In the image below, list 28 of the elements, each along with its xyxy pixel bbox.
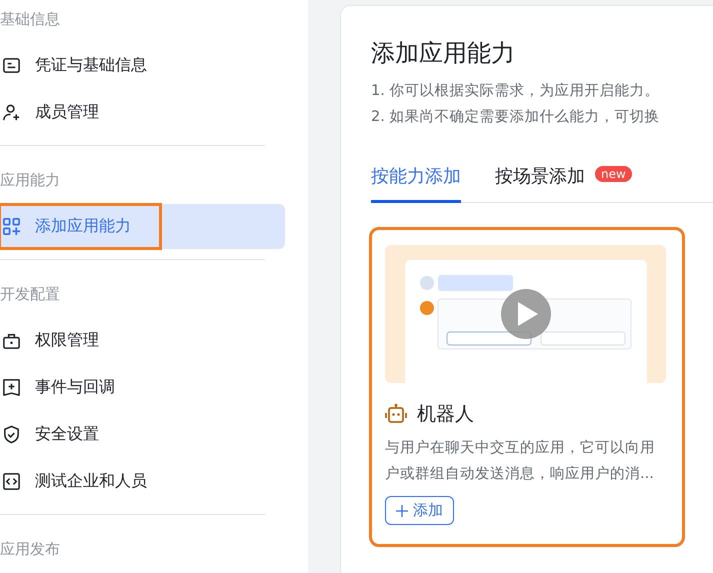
section-title: 应用发布	[0, 539, 61, 560]
card-title: 机器人	[417, 402, 474, 427]
instruction-text: 2. 如果尚不确定需要添加什么能力，可切换	[371, 108, 660, 127]
add-button[interactable]: 添加	[385, 496, 454, 525]
sidebar-item[interactable]: 测试企业和人员	[0, 459, 285, 504]
section-title: 开发配置	[0, 284, 61, 305]
tab[interactable]: 按场景添加	[495, 156, 585, 203]
section-title: 应用能力	[0, 170, 61, 191]
sidebar-item[interactable]: 凭证与基础信息	[0, 43, 285, 88]
add-user-icon	[2, 103, 21, 122]
instruction-text: 1. 你可以根据实际需求，为应用开启能力。	[371, 82, 660, 101]
capability-card[interactable]: 机器人 与用户在聊天中交互的应用，它可以向用户或群组自动发送消息，响应用户的消... 添加	[371, 229, 683, 545]
robot-icon	[385, 403, 407, 425]
sidebar-item[interactable]: 成员管理	[0, 90, 285, 135]
section-title: 基础信息	[0, 9, 61, 30]
code-icon	[2, 472, 21, 491]
grid-plus-icon	[2, 217, 21, 236]
sidebar-item[interactable]: 事件与回调	[0, 365, 285, 410]
tab[interactable]: 按能力添加	[371, 156, 461, 203]
sidebar-item[interactable]: 安全设置	[0, 412, 285, 457]
shield-check-icon	[2, 425, 21, 444]
page-title: 添加应用能力	[371, 38, 516, 68]
new-badge: new	[595, 166, 632, 182]
sidebar-item[interactable]: 权限管理	[0, 318, 285, 363]
card-description: 与用户在聊天中交互的应用，它可以向用户或群组自动发送消息，响应用户的消...	[385, 438, 656, 484]
id-card-icon	[2, 56, 21, 75]
plus-icon	[396, 504, 408, 516]
add-box-icon	[2, 378, 21, 397]
